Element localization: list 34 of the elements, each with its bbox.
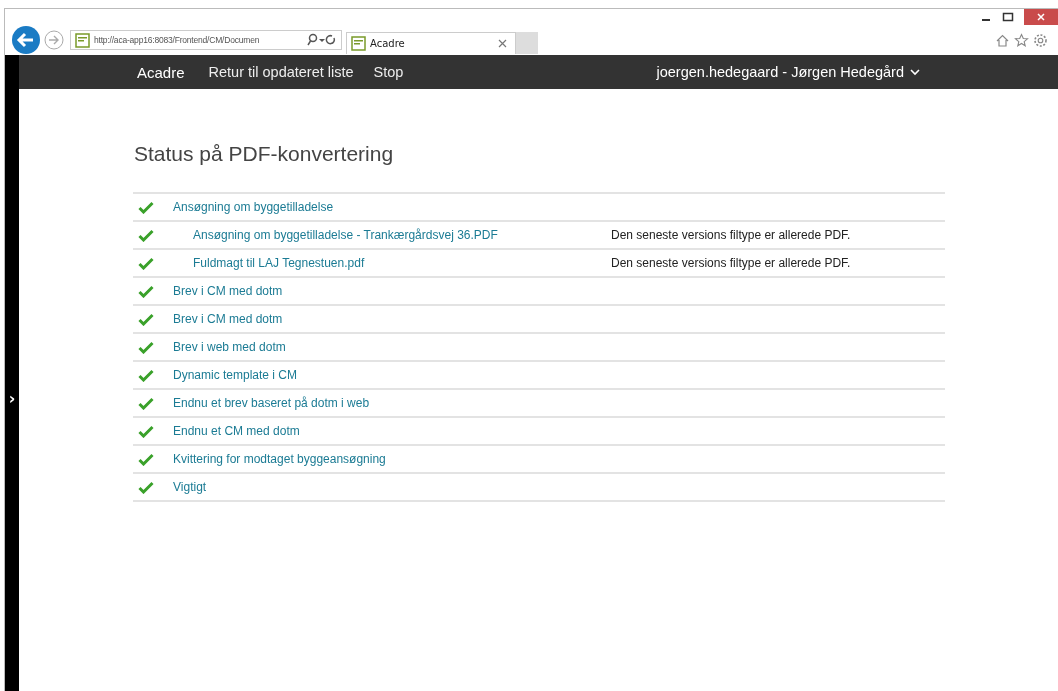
close-icon[interactable]	[498, 39, 507, 48]
search-icon[interactable]	[307, 33, 337, 47]
back-icon[interactable]	[12, 26, 40, 54]
close-icon	[1036, 12, 1046, 22]
status-message: Den seneste versions filtype er allerede PDF.	[611, 228, 851, 242]
document-link[interactable]: Brev i web med dotm	[173, 340, 286, 354]
brand-link[interactable]: Acadre	[137, 63, 185, 81]
close-button[interactable]	[1024, 9, 1058, 25]
forward-icon[interactable]	[44, 30, 64, 50]
page-icon	[75, 32, 90, 48]
browser-tab[interactable]: Acadre	[346, 32, 516, 54]
document-link[interactable]: Endnu et CM med dotm	[173, 424, 300, 438]
settings-icon[interactable]	[1033, 32, 1048, 48]
nav-link[interactable]: Stop	[373, 64, 404, 80]
maximize-icon[interactable]	[1002, 11, 1014, 23]
document-link[interactable]: Endnu et brev baseret på dotm i web	[173, 396, 370, 410]
user-menu[interactable]: joergen.hedegaard - Jørgen Hedegård	[656, 64, 920, 80]
document-link[interactable]: Ansøgning om byggetilladelse	[173, 200, 334, 214]
status-message: Den seneste versions filtype er allerede PDF.	[611, 256, 851, 270]
document-link[interactable]: Brev i CM med dotm	[173, 312, 283, 326]
document-link[interactable]: Brev i CM med dotm	[173, 284, 283, 298]
home-icon[interactable]	[995, 32, 1010, 48]
nav-link[interactable]: Retur til opdateret liste	[208, 64, 354, 80]
sidebar-toggle[interactable]: ›	[8, 388, 16, 408]
star-icon[interactable]	[1014, 32, 1029, 48]
chevron-down-icon	[910, 68, 920, 76]
document-link[interactable]: Ansøgning om byggetilladelse - Trankærgårdsvej 36.PDF	[193, 228, 498, 242]
document-link[interactable]: Dynamic template i CM	[173, 368, 298, 382]
page-icon	[351, 36, 366, 51]
address-bar[interactable]: http://aca-app16:8083/Frontend/CM/Documen	[70, 30, 342, 50]
document-link[interactable]: Kvittering for modtaget byggeansøgning	[173, 452, 386, 466]
page-title: Status på PDF-konvertering	[134, 142, 395, 166]
document-link[interactable]: Vigtigt	[173, 480, 207, 494]
document-link[interactable]: Fuldmagt til LAJ Tegnestuen.pdf	[193, 256, 365, 270]
